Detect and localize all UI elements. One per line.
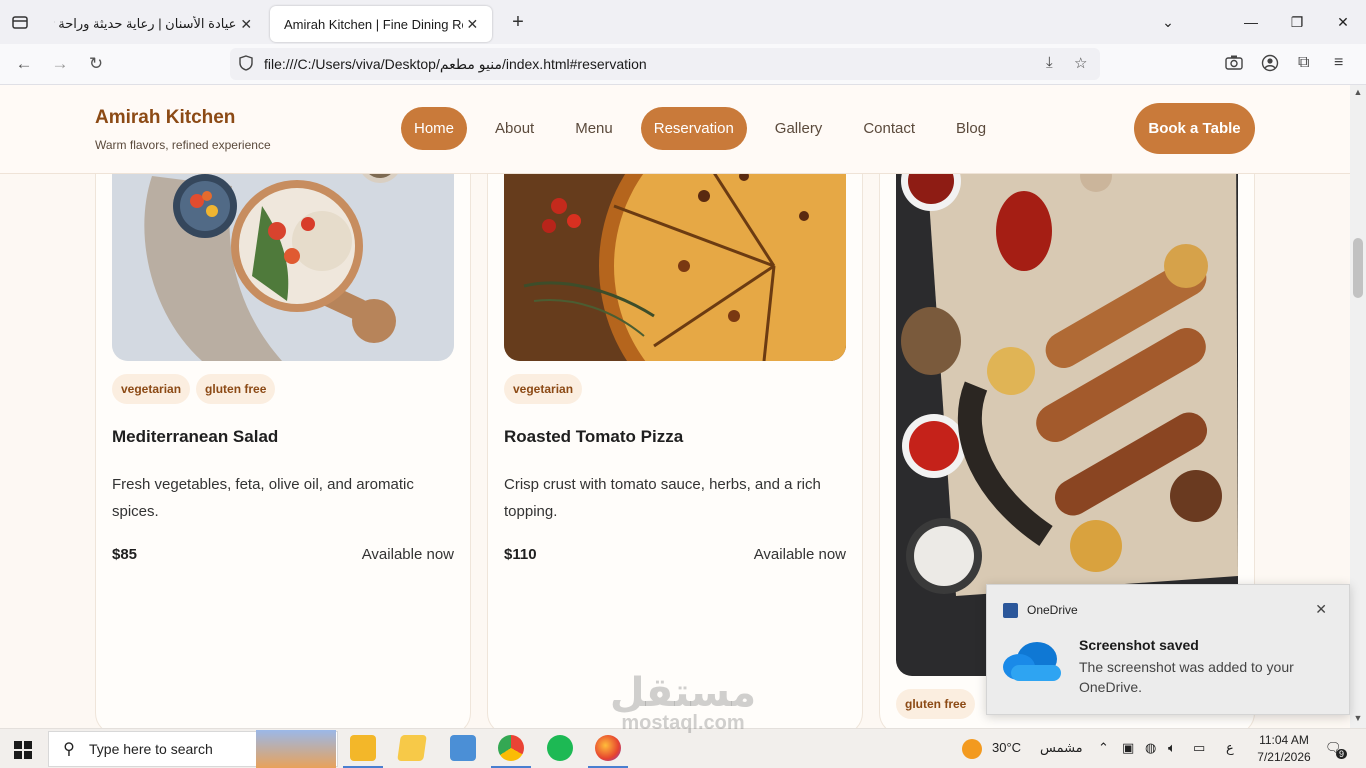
weather-label[interactable]: مشمس [1040,740,1083,756]
dish-description: Fresh vegetables, feta, olive oil, and a… [112,476,414,520]
watermark-arabic: مستقل [609,670,757,716]
brand-name: Amirah Kitchen [95,107,236,128]
volume-icon[interactable]: 🔈︎ [1168,740,1176,756]
account-icon[interactable] [1261,54,1279,77]
sticky-notes-icon[interactable] [397,735,427,761]
tag-badge: gluten free [196,374,276,404]
toast-body: The screenshot was added to your OneDriv… [1079,659,1294,695]
weather-temp[interactable]: 30°C [992,740,1021,755]
dish-tags: vegetarian gluten free [112,374,281,404]
extensions-icon[interactable]: ⧉ [1298,54,1309,72]
chrome-icon[interactable] [498,735,524,761]
menu-item-menu[interactable]: Menu [562,107,626,150]
tab-label: Amirah Kitchen | Fine Dining Restaurant [284,16,463,32]
chevron-down-icon[interactable]: ⌄ [1145,0,1191,44]
menu-item-about[interactable]: About [482,107,547,150]
clock-time: 11:04 AM [1259,733,1309,747]
close-icon[interactable]: ✕ [463,16,482,33]
shield-icon[interactable] [230,54,262,74]
new-tab-icon[interactable]: + [500,11,536,34]
cloud-icon [1001,639,1063,688]
menu-item-contact[interactable]: Contact [850,107,928,150]
display-icon[interactable]: ▭ [1193,740,1205,756]
watermark-latin: mostaql.com [621,712,745,734]
chevron-up-icon[interactable]: ⌃ [1098,740,1109,756]
close-icon[interactable]: ✕ [236,16,256,33]
tag-badge: vegetarian [504,374,583,404]
url-text: file:///C:/Users/viva/Desktop/منيو مطعم/… [264,55,647,72]
minimize-icon[interactable]: — [1228,0,1274,44]
toast-app-name: OneDrive [1027,603,1078,617]
file-explorer-icon[interactable] [350,735,376,761]
system-clock[interactable]: 11:04 AM 7/21/2026 [1252,732,1316,766]
meet-icon[interactable]: ▣ [1122,740,1134,756]
download-icon[interactable]: ⤓ [1046,54,1053,71]
tab-list-icon[interactable] [0,0,40,44]
scroll-down-icon[interactable]: ▼ [1350,713,1366,723]
brand[interactable]: Amirah Kitchen Warm flavors, refined exp… [95,107,271,152]
windows-start-icon[interactable] [14,741,32,764]
dish-tags: vegetarian [504,374,588,404]
screenshot-icon[interactable] [1225,54,1243,75]
search-icon: ⚲ [63,741,75,758]
search-highlight-image[interactable] [256,730,336,768]
scroll-up-icon[interactable]: ▲ [1350,87,1366,97]
laptop-app-icon[interactable] [450,735,476,761]
reload-icon[interactable]: ↻ [82,52,110,76]
clock-date: 7/21/2026 [1257,750,1311,764]
book-table-button[interactable]: Book a Table [1134,103,1255,154]
weather-sun-icon[interactable] [962,739,982,759]
back-icon[interactable]: ← [10,52,38,76]
menu-item-gallery[interactable]: Gallery [762,107,836,150]
toast-title: Screenshot saved [1079,637,1199,653]
close-icon[interactable]: ✕ [1315,601,1327,618]
close-window-icon[interactable]: ✕ [1320,0,1366,44]
dish-description: Crisp crust with tomato sauce, herbs, an… [504,476,821,520]
restore-icon[interactable]: ❐ [1274,0,1320,44]
scroll-thumb[interactable] [1353,238,1363,298]
bookmark-star-icon[interactable]: ☆ [1074,54,1087,72]
onedrive-notification[interactable]: OneDrive ✕ Screenshot saved The screensh… [986,584,1350,715]
dish-price: $85 [112,546,138,563]
url-bar[interactable]: file:///C:/Users/viva/Desktop/منيو مطعم/… [230,48,1100,80]
navigation-toolbar: ← → ↻ file:///C:/Users/viva/Desktop/منيو… [0,44,1366,85]
dish-card: vegetarian Roasted Tomato Pizza Crisp cr… [487,115,863,728]
dish-card: vegetarian gluten free Mediterranean Sal… [95,115,471,728]
tag-badge: vegetarian [112,374,191,404]
menu-item-reservation[interactable]: Reservation [640,107,747,150]
dish-title: Roasted Tomato Pizza [504,427,684,446]
dish-price: $110 [504,546,537,563]
tag-badge: gluten free [896,689,976,719]
dish-availability: Available now [753,546,846,563]
menu-item-home[interactable]: Home [401,107,468,150]
search-placeholder: Type here to search [89,741,213,757]
tab-dental[interactable]: عيادة الأسنان | رعاية حديثة وراحة تامة ✕ [40,6,266,42]
firefox-icon[interactable] [595,735,621,761]
spotify-icon[interactable] [547,735,573,761]
forward-icon[interactable]: → [46,52,74,76]
page-scrollbar[interactable]: ▲ ▼ [1350,85,1366,728]
tab-amirah[interactable]: Amirah Kitchen | Fine Dining Restaurant … [270,6,492,42]
dish-title: Mediterranean Salad [112,427,279,446]
site-header: Amirah Kitchen Warm flavors, refined exp… [0,85,1350,174]
tab-bar: عيادة الأسنان | رعاية حديثة وراحة تامة ✕… [0,0,1366,44]
menu-item-blog[interactable]: Blog [943,107,999,150]
onedrive-app-icon [1003,603,1018,618]
menu-hamburger-icon[interactable]: ≡ [1334,54,1343,72]
network-icon[interactable]: ◍ [1145,740,1156,756]
tab-label: عيادة الأسنان | رعاية حديثة وراحة تامة [54,16,237,31]
dish-availability: Available now [361,546,454,563]
watermark: مستقل mostaql.com [598,670,768,735]
main-menu: Home About Menu Reservation Gallery Cont… [401,107,1014,150]
brand-tagline: Warm flavors, refined experience [95,138,271,152]
notification-count: 9 [1336,749,1348,759]
dish-tags: gluten free [896,689,981,719]
input-language[interactable]: ع [1226,740,1234,756]
